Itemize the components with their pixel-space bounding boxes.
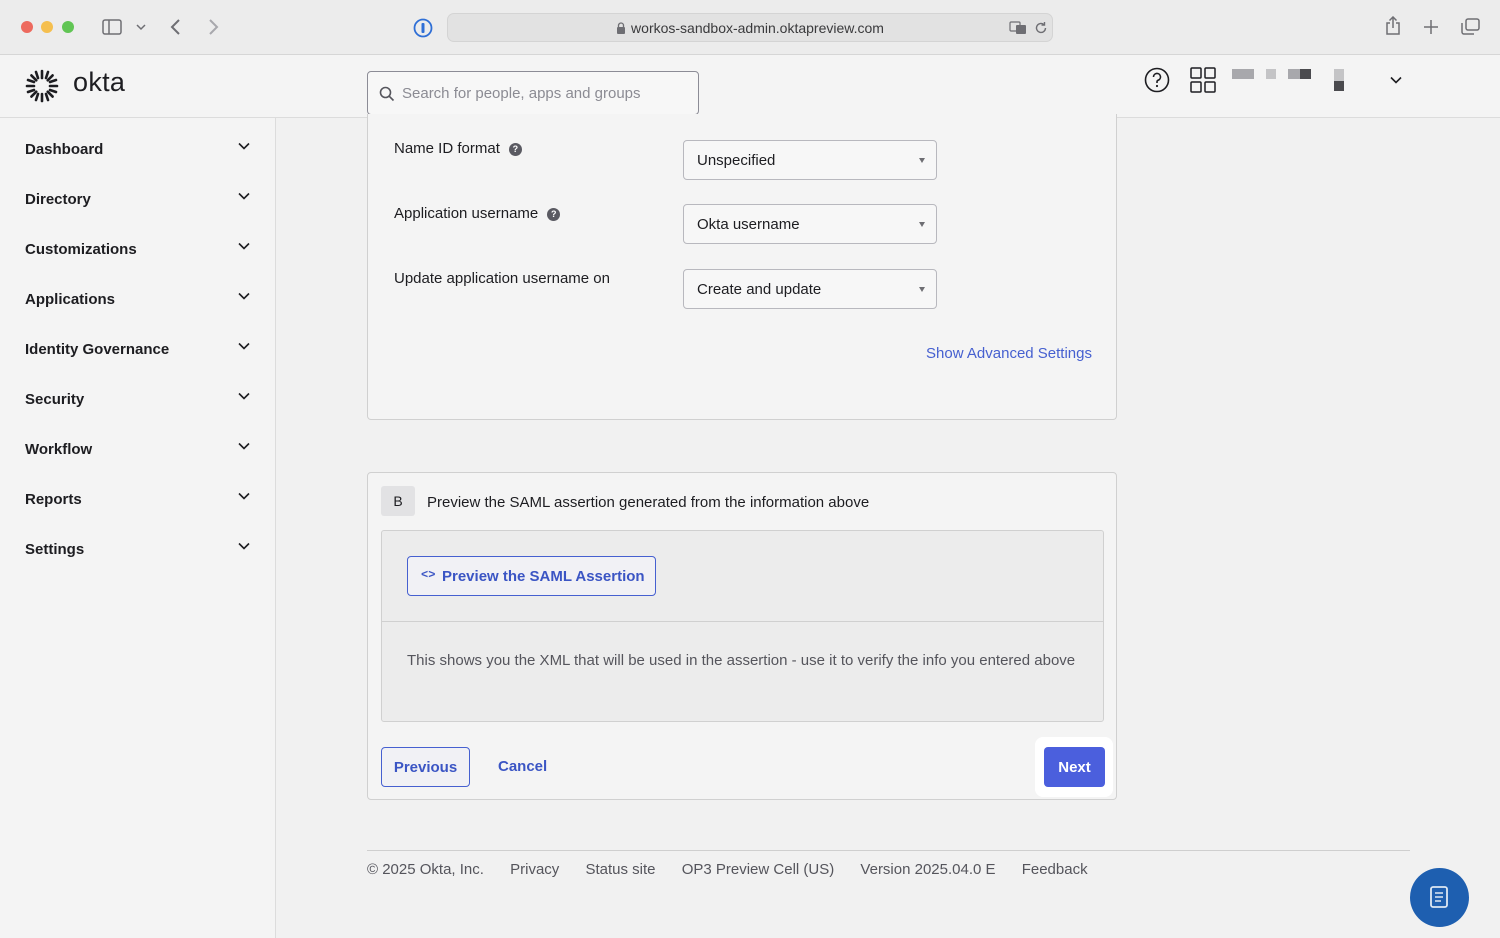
translate-icon[interactable] [1009, 21, 1027, 35]
sidebar-item-directory[interactable]: Directory [0, 168, 276, 218]
chevron-down-icon [238, 392, 250, 400]
help-icon[interactable]: ? [508, 143, 522, 156]
footer-feedback-link[interactable]: Feedback [1022, 861, 1088, 878]
sidebar-item-label: Customizations [25, 241, 137, 258]
caret-down-icon [919, 158, 925, 163]
address-bar[interactable]: workos-sandbox-admin.oktapreview.com [447, 13, 1053, 42]
sidebar-item-label: Settings [25, 541, 85, 558]
sidebar-item-label: Applications [25, 291, 116, 308]
app-header: okta [0, 55, 1500, 118]
sidebar-item-dashboard[interactable]: Dashboard [0, 118, 276, 168]
page-footer: © 2025 Okta, Inc. Privacy Status site OP… [367, 861, 1110, 878]
chevron-down-icon [238, 192, 250, 200]
update-username-on-value: Create and update [697, 281, 822, 298]
account-menu-chevron-icon[interactable] [1390, 76, 1402, 84]
section-title: Preview the SAML assertion generated fro… [427, 494, 870, 511]
chevron-down-icon[interactable] [136, 23, 146, 31]
step-badge: B [381, 486, 415, 516]
search-icon [379, 86, 395, 102]
application-username-label-text: Application username [394, 205, 539, 222]
application-username-value: Okta username [697, 216, 800, 233]
okta-logo-icon[interactable] [24, 68, 60, 104]
name-id-format-label-text: Name ID format [394, 140, 500, 157]
name-id-format-label: Name ID format? [394, 140, 522, 157]
reload-icon[interactable] [1034, 21, 1048, 35]
update-username-on-label: Update application username on [394, 270, 610, 287]
sidebar-item-label: Dashboard [25, 141, 104, 158]
footer-status-link[interactable]: Status site [585, 861, 655, 878]
forward-arrow-icon[interactable] [207, 18, 219, 36]
sidebar-item-label: Identity Governance [25, 341, 170, 358]
chevron-down-icon [238, 242, 250, 250]
saml-settings-card: Name ID format? Unspecified Application … [367, 114, 1117, 420]
chevron-down-icon [238, 542, 250, 550]
user-account-redacted[interactable] [1232, 69, 1348, 93]
chevron-down-icon [238, 142, 250, 150]
cancel-link[interactable]: Cancel [498, 758, 547, 775]
chevron-down-icon [238, 442, 250, 450]
zoom-window-button[interactable] [62, 21, 74, 33]
sidebar-item-applications[interactable]: Applications [0, 268, 276, 318]
sidebar-item-workflow[interactable]: Workflow [0, 418, 276, 468]
tab-overview-icon[interactable] [1461, 18, 1480, 35]
main-content: Name ID format? Unspecified Application … [276, 114, 1500, 938]
preview-description: This shows you the XML that will be used… [407, 652, 1076, 669]
preview-button-label: Preview the SAML Assertion [442, 568, 645, 585]
application-username-select[interactable]: Okta username [683, 204, 937, 244]
url-text: workos-sandbox-admin.oktapreview.com [448, 20, 1052, 36]
minimize-window-button[interactable] [41, 21, 53, 33]
back-arrow-icon[interactable] [170, 18, 182, 36]
chevron-down-icon [238, 492, 250, 500]
caret-down-icon [919, 222, 925, 227]
lock-icon [617, 22, 626, 34]
sidebar-item-settings[interactable]: Settings [0, 518, 276, 568]
footer-privacy-link[interactable]: Privacy [510, 861, 559, 878]
sidebar-item-label: Security [25, 391, 85, 408]
sidebar-item-label: Directory [25, 191, 91, 208]
name-id-format-select[interactable]: Unspecified [683, 140, 937, 180]
sidebar-toggle-icon[interactable] [102, 19, 122, 35]
chevron-down-icon [238, 292, 250, 300]
help-icon[interactable] [1144, 67, 1170, 93]
search-box[interactable] [367, 71, 699, 115]
search-input[interactable] [402, 72, 692, 114]
code-icon: <> [421, 568, 436, 582]
sidebar-item-customizations[interactable]: Customizations [0, 218, 276, 268]
new-tab-icon[interactable] [1423, 19, 1439, 35]
footer-copyright: © 2025 Okta, Inc. [367, 861, 484, 878]
sidebar-item-reports[interactable]: Reports [0, 468, 276, 518]
show-advanced-settings-link[interactable]: Show Advanced Settings [926, 345, 1092, 362]
update-username-on-label-text: Update application username on [394, 270, 610, 287]
close-window-button[interactable] [21, 21, 33, 33]
sidebar-nav: Dashboard Directory Customizations Appli… [0, 118, 276, 938]
saml-preview-card: B Preview the SAML assertion generated f… [367, 472, 1117, 800]
help-chat-button[interactable] [1410, 868, 1469, 927]
name-id-format-value: Unspecified [697, 152, 776, 169]
document-icon [1430, 886, 1448, 908]
footer-cell: OP3 Preview Cell (US) [681, 861, 835, 878]
sidebar-item-label: Workflow [25, 441, 93, 458]
help-icon[interactable]: ? [547, 208, 561, 221]
sidebar-item-security[interactable]: Security [0, 368, 276, 418]
url-label: workos-sandbox-admin.oktapreview.com [631, 20, 884, 36]
app-grid-icon[interactable] [1190, 67, 1216, 93]
password-manager-icon[interactable] [413, 18, 433, 38]
preview-panel: <> Preview the SAML Assertion This shows… [381, 530, 1104, 722]
chevron-down-icon [238, 342, 250, 350]
okta-logo-text: okta [73, 67, 126, 97]
footer-version: Version 2025.04.0 E [860, 861, 996, 878]
browser-toolbar: workos-sandbox-admin.oktapreview.com [0, 0, 1500, 55]
share-icon[interactable] [1384, 16, 1402, 36]
preview-saml-assertion-button[interactable]: <> Preview the SAML Assertion [407, 556, 656, 596]
application-username-label: Application username? [394, 205, 561, 222]
previous-button[interactable]: Previous [381, 747, 470, 787]
caret-down-icon [919, 287, 925, 292]
sidebar-item-identity-governance[interactable]: Identity Governance [0, 318, 276, 368]
next-button[interactable]: Next [1044, 747, 1105, 787]
footer-divider [367, 850, 1410, 851]
sidebar-item-label: Reports [25, 491, 82, 508]
update-username-on-select[interactable]: Create and update [683, 269, 937, 309]
preview-panel-header: <> Preview the SAML Assertion [382, 531, 1103, 622]
